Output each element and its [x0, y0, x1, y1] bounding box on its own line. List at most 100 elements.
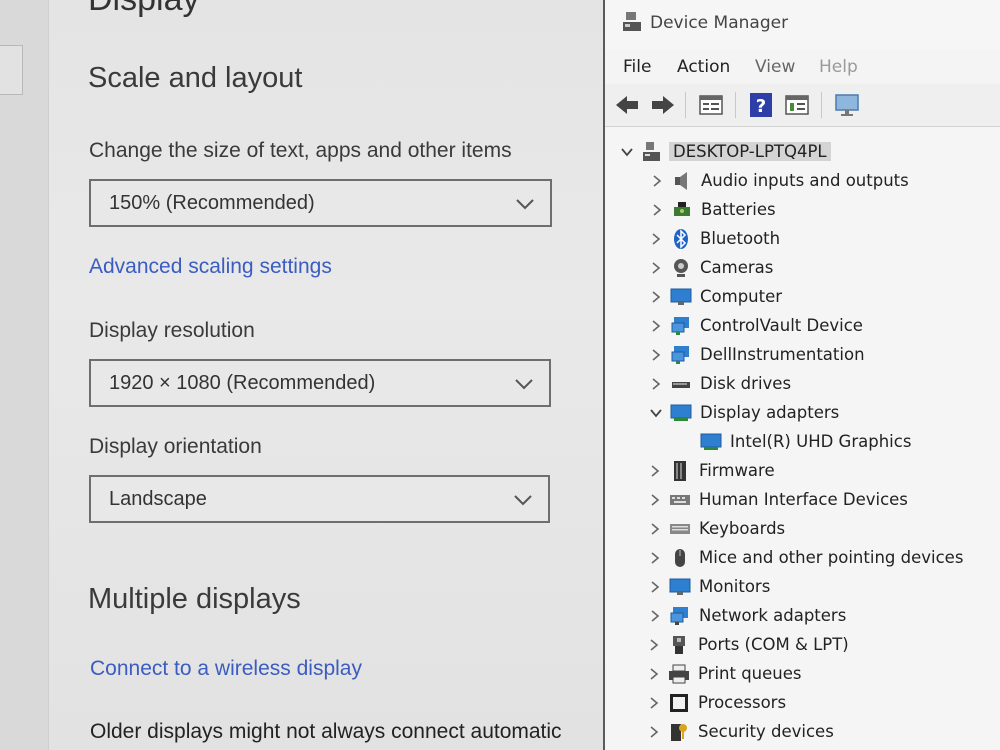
tree-item-label: Batteries: [701, 200, 776, 219]
tree-item-label: Monitors: [699, 577, 771, 596]
chevron-right-icon[interactable]: [646, 666, 662, 682]
chevron-down-icon: [515, 379, 533, 390]
network-device-icon: [671, 317, 689, 335]
camera-icon: [674, 259, 688, 277]
menu-bar: File Action View Help: [605, 50, 1000, 84]
chevron-down-icon[interactable]: [648, 405, 664, 421]
bluetooth-icon: [674, 229, 688, 249]
speaker-icon: [675, 172, 687, 190]
tree-item-computer[interactable]: Computer: [648, 284, 998, 310]
update-driver-icon[interactable]: [783, 91, 811, 119]
tree-item-audio[interactable]: Audio inputs and outputs: [649, 168, 999, 194]
chevron-right-icon[interactable]: [646, 724, 662, 740]
tree-item-firmware[interactable]: Firmware: [647, 458, 997, 484]
scale-label: Change the size of text, apps and other …: [89, 139, 512, 162]
orientation-value: Landscape: [109, 488, 207, 510]
tree-item-label: Keyboards: [699, 519, 786, 538]
scale-dropdown[interactable]: 150% (Recommended): [89, 179, 552, 227]
keyboard-icon: [670, 524, 690, 534]
tree-item-keyboards[interactable]: Keyboards: [647, 516, 997, 542]
tree-item-label: Intel(R) UHD Graphics: [730, 432, 912, 451]
orientation-label: Display orientation: [89, 435, 262, 458]
tree-item-label: Display adapters: [700, 403, 840, 422]
network-device-icon: [671, 346, 689, 364]
computer-tower-icon: [643, 142, 660, 161]
chevron-right-icon[interactable]: [648, 376, 664, 392]
chevron-right-icon[interactable]: [647, 492, 663, 508]
tree-item-label: ControlVault Device: [700, 316, 863, 335]
tree-item-disk-drives[interactable]: Disk drives: [648, 371, 998, 397]
hid-icon: [670, 495, 690, 505]
chevron-right-icon[interactable]: [648, 231, 664, 247]
tree-item-monitors[interactable]: Monitors: [647, 574, 997, 600]
tree-item-label: Print queues: [698, 664, 802, 683]
toolbar-separator: [685, 92, 686, 118]
chevron-right-icon[interactable]: [648, 318, 664, 334]
properties-icon[interactable]: [697, 91, 725, 119]
chevron-right-icon[interactable]: [646, 695, 662, 711]
chevron-right-icon[interactable]: [648, 289, 664, 305]
tree-item-bluetooth[interactable]: Bluetooth: [648, 226, 998, 252]
chevron-right-icon[interactable]: [648, 260, 664, 276]
menu-view[interactable]: View: [755, 57, 795, 77]
tree-item-batteries[interactable]: Batteries: [649, 197, 999, 223]
monitor-icon[interactable]: [833, 91, 861, 119]
chevron-right-icon[interactable]: [647, 463, 663, 479]
tree-item-dellinstrumentation[interactable]: DellInstrumentation: [648, 342, 998, 368]
menu-action[interactable]: Action: [677, 57, 730, 77]
tree-item-label: DellInstrumentation: [700, 345, 865, 364]
network-adapter-icon: [670, 607, 688, 625]
orientation-dropdown[interactable]: Landscape: [89, 475, 550, 523]
monitor-icon: [669, 578, 691, 595]
resolution-dropdown[interactable]: 1920 × 1080 (Recommended): [89, 359, 551, 407]
title-bar[interactable]: Device Manager: [605, 0, 1000, 50]
tree-item-human-interface-devices[interactable]: Human Interface Devices: [647, 487, 997, 513]
chevron-right-icon[interactable]: [648, 347, 664, 363]
menu-file[interactable]: File: [623, 57, 651, 77]
toolbar-separator: [735, 92, 736, 118]
older-displays-text: Older displays might not always connect …: [90, 720, 562, 743]
wireless-display-link[interactable]: Connect to a wireless display: [90, 657, 362, 681]
tree-root[interactable]: DESKTOP-LPTQ4PL: [619, 139, 989, 165]
tree-item-mice[interactable]: Mice and other pointing devices: [647, 545, 1000, 571]
help-icon[interactable]: ?: [747, 91, 775, 119]
chevron-right-icon[interactable]: [647, 608, 663, 624]
disk-drive-icon: [672, 382, 690, 388]
tree-item-label: Disk drives: [700, 374, 792, 393]
tree-item-label: Audio inputs and outputs: [701, 171, 909, 190]
tree-item-label: Bluetooth: [700, 229, 781, 248]
tree-item-label: Security devices: [698, 722, 834, 741]
computer-name: DESKTOP-LPTQ4PL: [669, 142, 831, 161]
tree-item-label: Cameras: [700, 258, 774, 277]
tree-item-processors[interactable]: Processors: [646, 690, 996, 716]
chevron-right-icon[interactable]: [647, 521, 663, 537]
tree-item-intel-uhd-graphics[interactable]: Intel(R) UHD Graphics: [678, 429, 998, 455]
chevron-right-icon[interactable]: [649, 202, 665, 218]
nav-search-button[interactable]: [0, 45, 23, 95]
chevron-down-icon[interactable]: [619, 144, 635, 160]
mouse-icon: [675, 549, 685, 567]
tree-item-cameras[interactable]: Cameras: [648, 255, 998, 281]
resolution-label: Display resolution: [89, 319, 255, 342]
advanced-scaling-link[interactable]: Advanced scaling settings: [89, 255, 332, 279]
tree-item-controlvault[interactable]: ControlVault Device: [648, 313, 998, 339]
chevron-right-icon[interactable]: [647, 550, 663, 566]
menu-help[interactable]: Help: [819, 57, 858, 77]
forward-arrow-icon[interactable]: [649, 91, 677, 119]
chevron-right-icon[interactable]: [647, 579, 663, 595]
tree-item-label: Ports (COM & LPT): [698, 635, 849, 654]
tree-item-security-devices[interactable]: Security devices: [646, 719, 996, 745]
printer-icon: [669, 664, 689, 684]
display-adapter-icon: [670, 404, 692, 421]
tree-item-ports[interactable]: Ports (COM & LPT): [646, 632, 996, 658]
tree-item-network-adapters[interactable]: Network adapters: [647, 603, 997, 629]
toolbar-separator: [821, 92, 822, 118]
processor-icon: [670, 694, 688, 712]
chevron-right-icon[interactable]: [649, 173, 665, 189]
window-title: Device Manager: [650, 13, 789, 33]
chevron-right-icon[interactable]: [646, 637, 662, 653]
tree-item-print-queues[interactable]: Print queues: [646, 661, 996, 687]
tree-item-display-adapters[interactable]: Display adapters: [648, 400, 998, 426]
back-arrow-icon[interactable]: [613, 91, 641, 119]
tree-item-label: Computer: [700, 287, 783, 306]
